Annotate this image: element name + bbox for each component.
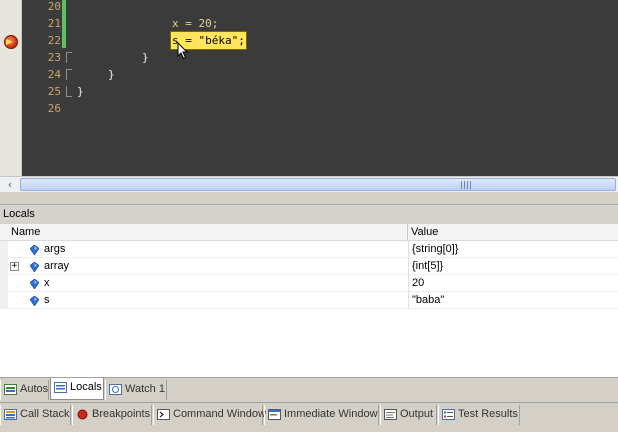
table-row[interactable]: x 20 [0, 275, 618, 292]
variable-value[interactable]: 20 [412, 275, 424, 292]
current-line-arrow-icon [6, 39, 13, 45]
table-row[interactable]: args {string[0]} [0, 241, 618, 258]
code-line: 25 } [0, 83, 618, 100]
tab-label: Test Results [458, 408, 518, 420]
output-icon [384, 409, 397, 420]
tab-label: Breakpoints [92, 408, 151, 420]
code-line: 26 [0, 100, 618, 117]
line-number: 23 [47, 51, 61, 64]
mouse-cursor-icon [177, 42, 189, 60]
scrollbar-thumb[interactable] [20, 178, 616, 191]
tab-immediate-window[interactable]: Immediate Window [264, 405, 379, 425]
tool-window-tabs: Call Stack Breakpoints Command Window Im… [0, 402, 618, 432]
test-results-icon [442, 409, 455, 420]
tab-call-stack[interactable]: Call Stack [0, 405, 71, 425]
tab-output[interactable]: Output [380, 405, 437, 425]
variable-name: s [44, 294, 50, 306]
expand-icon[interactable]: + [10, 262, 19, 271]
editor-horizontal-scrollbar[interactable]: ‹ [0, 176, 618, 192]
line-number: 25 [47, 85, 61, 98]
code-text[interactable]: x = 20; [172, 15, 218, 32]
code-text[interactable]: } [108, 66, 115, 83]
immediate-window-icon [268, 409, 281, 420]
variable-icon [30, 279, 39, 289]
variable-value[interactable]: {string[0]} [412, 241, 458, 258]
tab-label: Immediate Window [284, 408, 378, 420]
variable-value[interactable]: "baba" [412, 292, 444, 309]
code-line-current: 22 s = "béka"; [0, 31, 618, 50]
tab-locals[interactable]: Locals [50, 378, 104, 400]
variable-value[interactable]: {int[5]} [412, 258, 443, 275]
column-divider [408, 258, 409, 275]
variable-icon [30, 262, 39, 272]
code-line: 21 x = 20; [0, 15, 618, 32]
tab-watch-1[interactable]: Watch 1 [105, 380, 167, 400]
tab-label: Locals [70, 381, 102, 393]
tab-label: Command Window [173, 408, 266, 420]
autos-icon [4, 384, 17, 395]
variable-icon [30, 245, 39, 255]
tab-breakpoints[interactable]: Breakpoints [72, 405, 152, 425]
variable-name: args [44, 243, 66, 255]
breakpoints-icon [77, 409, 88, 420]
tab-label: Call Stack [20, 408, 70, 420]
code-line: 23 } [0, 49, 618, 66]
scroll-left-arrow-icon[interactable]: ‹ [2, 178, 18, 191]
call-stack-icon [4, 409, 17, 420]
column-divider [408, 292, 409, 309]
code-text[interactable]: } [77, 83, 84, 100]
debug-window-tabs: Autos Locals Watch 1 [0, 377, 618, 401]
line-number: 21 [47, 17, 61, 30]
tab-autos[interactable]: Autos [0, 380, 49, 400]
code-editor[interactable]: 20 21 x = 20; 22 s = "béka"; 23 } 24 } 2… [0, 0, 618, 176]
splitter[interactable] [0, 192, 618, 204]
command-window-icon [157, 409, 170, 420]
code-text[interactable]: } [142, 49, 149, 66]
table-row[interactable]: s "baba" [0, 292, 618, 309]
table-row[interactable]: + array {int[5]} [0, 258, 618, 275]
line-number: 24 [47, 68, 61, 81]
line-number: 20 [47, 0, 61, 13]
locals-window: Locals Name Value args {string[0]} + arr… [0, 204, 618, 377]
column-header-name[interactable]: Name [8, 224, 408, 241]
panel-title: Locals [0, 205, 618, 224]
scrollbar-grip-icon [461, 181, 473, 189]
variable-name: x [44, 277, 50, 289]
tab-test-results[interactable]: Test Results [438, 405, 520, 425]
watch-icon [109, 384, 122, 395]
tab-command-window[interactable]: Command Window [153, 405, 266, 425]
variable-icon [30, 296, 39, 306]
tab-label: Watch 1 [125, 383, 165, 395]
tab-label: Autos [20, 383, 49, 395]
locals-icon [54, 382, 67, 393]
tab-label: Output [400, 408, 434, 420]
column-divider [408, 241, 409, 258]
variable-name: array [44, 260, 70, 272]
column-divider [408, 275, 409, 292]
column-header-value[interactable]: Value [408, 224, 618, 241]
code-line: 20 [0, 0, 618, 15]
code-line: 24 } [0, 66, 618, 83]
table-header: Name Value [0, 224, 618, 241]
line-number: 26 [47, 102, 61, 115]
line-number: 22 [47, 34, 61, 47]
